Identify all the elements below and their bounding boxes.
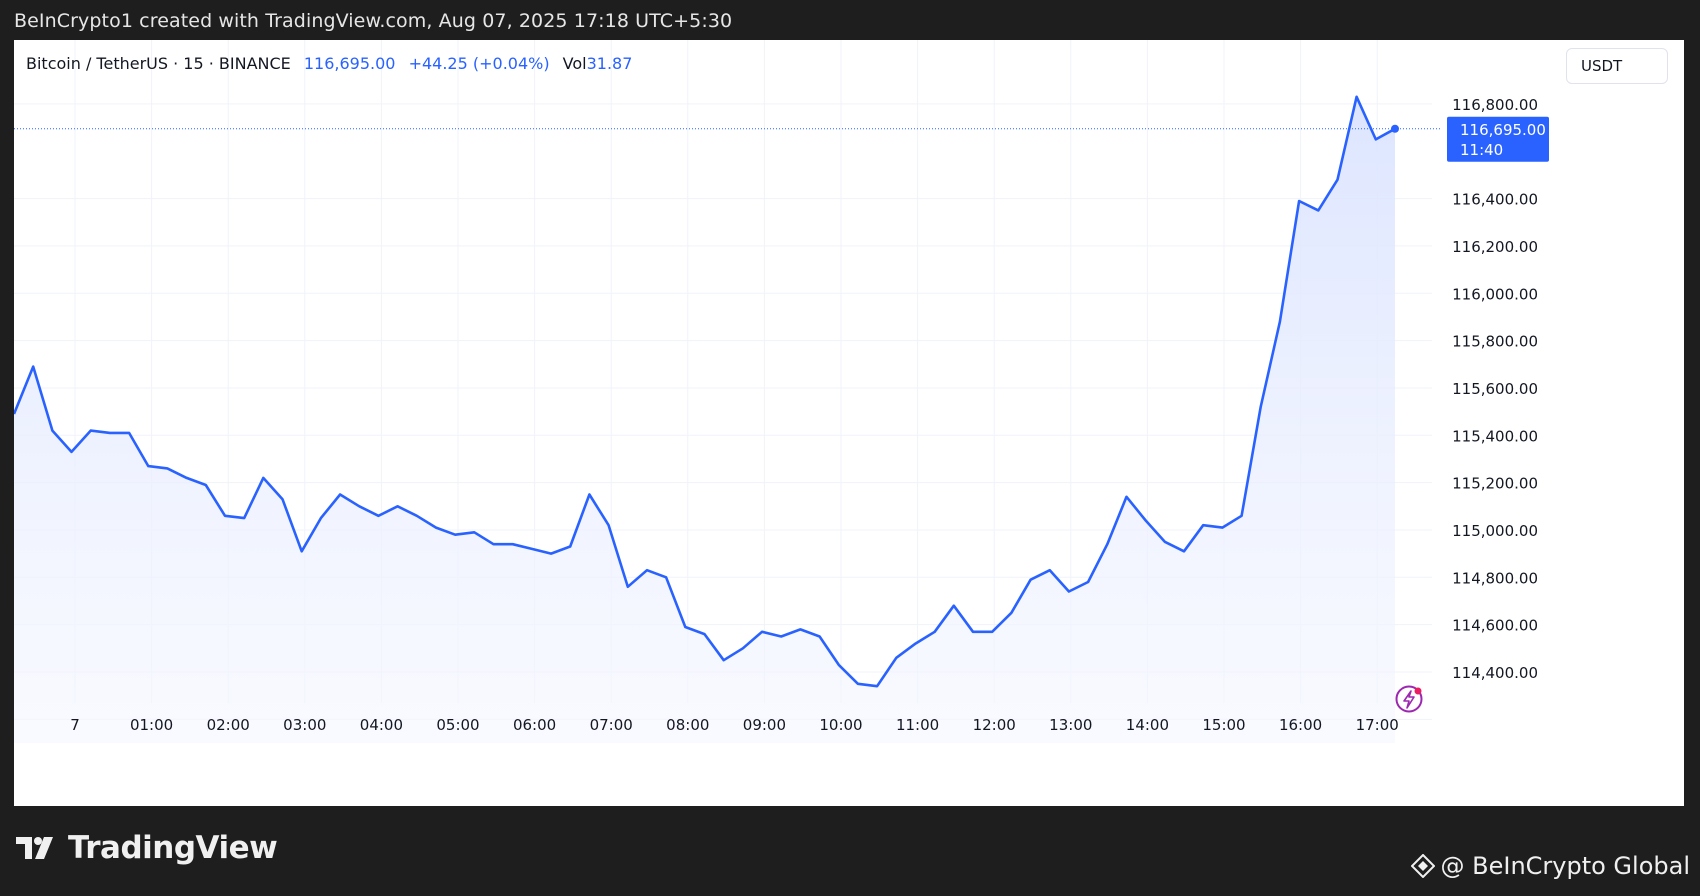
x-tick-label: 15:00 — [1202, 716, 1245, 734]
axis-mask — [1444, 710, 1684, 740]
beincrypto-credit: @ BeInCrypto Global — [1410, 852, 1691, 880]
last-price: 116,695.00 — [303, 54, 396, 73]
last-price-tag-group: 116,695.00 11:40 — [14, 116, 1549, 162]
price-change: +44.25 (+0.04%) — [408, 54, 550, 73]
currency-button[interactable]: USDT — [1566, 48, 1668, 84]
x-tick-label: 09:00 — [743, 716, 786, 734]
y-tick-label: 116,800.00 — [1452, 96, 1538, 114]
x-tick-label: 06:00 — [513, 716, 556, 734]
volume-label: Vol31.87 — [562, 54, 633, 73]
volume-value: 31.87 — [586, 54, 633, 73]
x-tick-label: 17:00 — [1356, 716, 1399, 734]
beincrypto-diamond-icon — [1410, 854, 1435, 878]
x-tick-label: 01:00 — [130, 716, 173, 734]
area-fill-path — [14, 96, 1395, 744]
y-tick-label: 114,600.00 — [1452, 617, 1538, 635]
area-fill — [14, 96, 1395, 744]
x-tick-label: 16:00 — [1279, 716, 1322, 734]
y-tick-label: 115,800.00 — [1452, 333, 1538, 351]
y-tick-label: 114,800.00 — [1452, 569, 1538, 587]
x-tick-label: 7 — [70, 716, 80, 734]
chart-legend: Bitcoin / TetherUS · 15 · BINANCE 116,69… — [26, 54, 632, 73]
y-tick-label: 116,400.00 — [1452, 191, 1538, 209]
price-axis: 116,800.00 116,400.00 116,200.00 116,000.00… — [1452, 96, 1538, 729]
y-tick-label: 115,200.00 — [1452, 475, 1538, 493]
tradingview-wordmark: TradingView — [68, 830, 278, 866]
lightning-event-icon[interactable] — [1395, 685, 1423, 713]
y-tick-label: 116,200.00 — [1452, 238, 1538, 256]
x-tick-label: 13:00 — [1049, 716, 1092, 734]
last-price-tag-price: 116,695.00 — [1460, 121, 1546, 139]
x-tick-label: 03:00 — [283, 716, 326, 734]
x-tick-label: 10:00 — [819, 716, 862, 734]
x-tick-label: 11:00 — [896, 716, 939, 734]
x-tick-label: 05:00 — [436, 716, 479, 734]
tradingview-logo[interactable]: TradingView — [16, 830, 278, 866]
last-price-dot — [1391, 124, 1399, 133]
credit-text: @ BeInCrypto Global — [1440, 852, 1691, 880]
x-tick-label: 07:00 — [590, 716, 633, 734]
last-price-tag-countdown: 11:40 — [1460, 141, 1503, 159]
symbol-label[interactable]: Bitcoin / TetherUS · 15 · BINANCE — [26, 54, 291, 73]
y-tick-label: 115,000.00 — [1452, 522, 1538, 540]
x-tick-label: 12:00 — [973, 716, 1016, 734]
x-tick-label: 02:00 — [207, 716, 250, 734]
x-tick-label: 04:00 — [360, 716, 403, 734]
y-tick-label: 114,400.00 — [1452, 664, 1538, 682]
price-chart[interactable]: 116,800.00 116,400.00 116,200.00 116,000.00… — [14, 40, 1684, 806]
x-tick-label: 14:00 — [1126, 716, 1169, 734]
y-tick-label: 115,400.00 — [1452, 427, 1538, 445]
y-tick-label: 115,600.00 — [1452, 380, 1538, 398]
chart-panel[interactable]: 116,800.00 116,400.00 116,200.00 116,000.00… — [14, 40, 1684, 806]
x-tick-label: 08:00 — [666, 716, 709, 734]
tradingview-logo-icon — [16, 837, 53, 859]
chart-caption: BeInCrypto1 created with TradingView.com… — [14, 10, 733, 32]
y-tick-label: 116,000.00 — [1452, 285, 1538, 303]
